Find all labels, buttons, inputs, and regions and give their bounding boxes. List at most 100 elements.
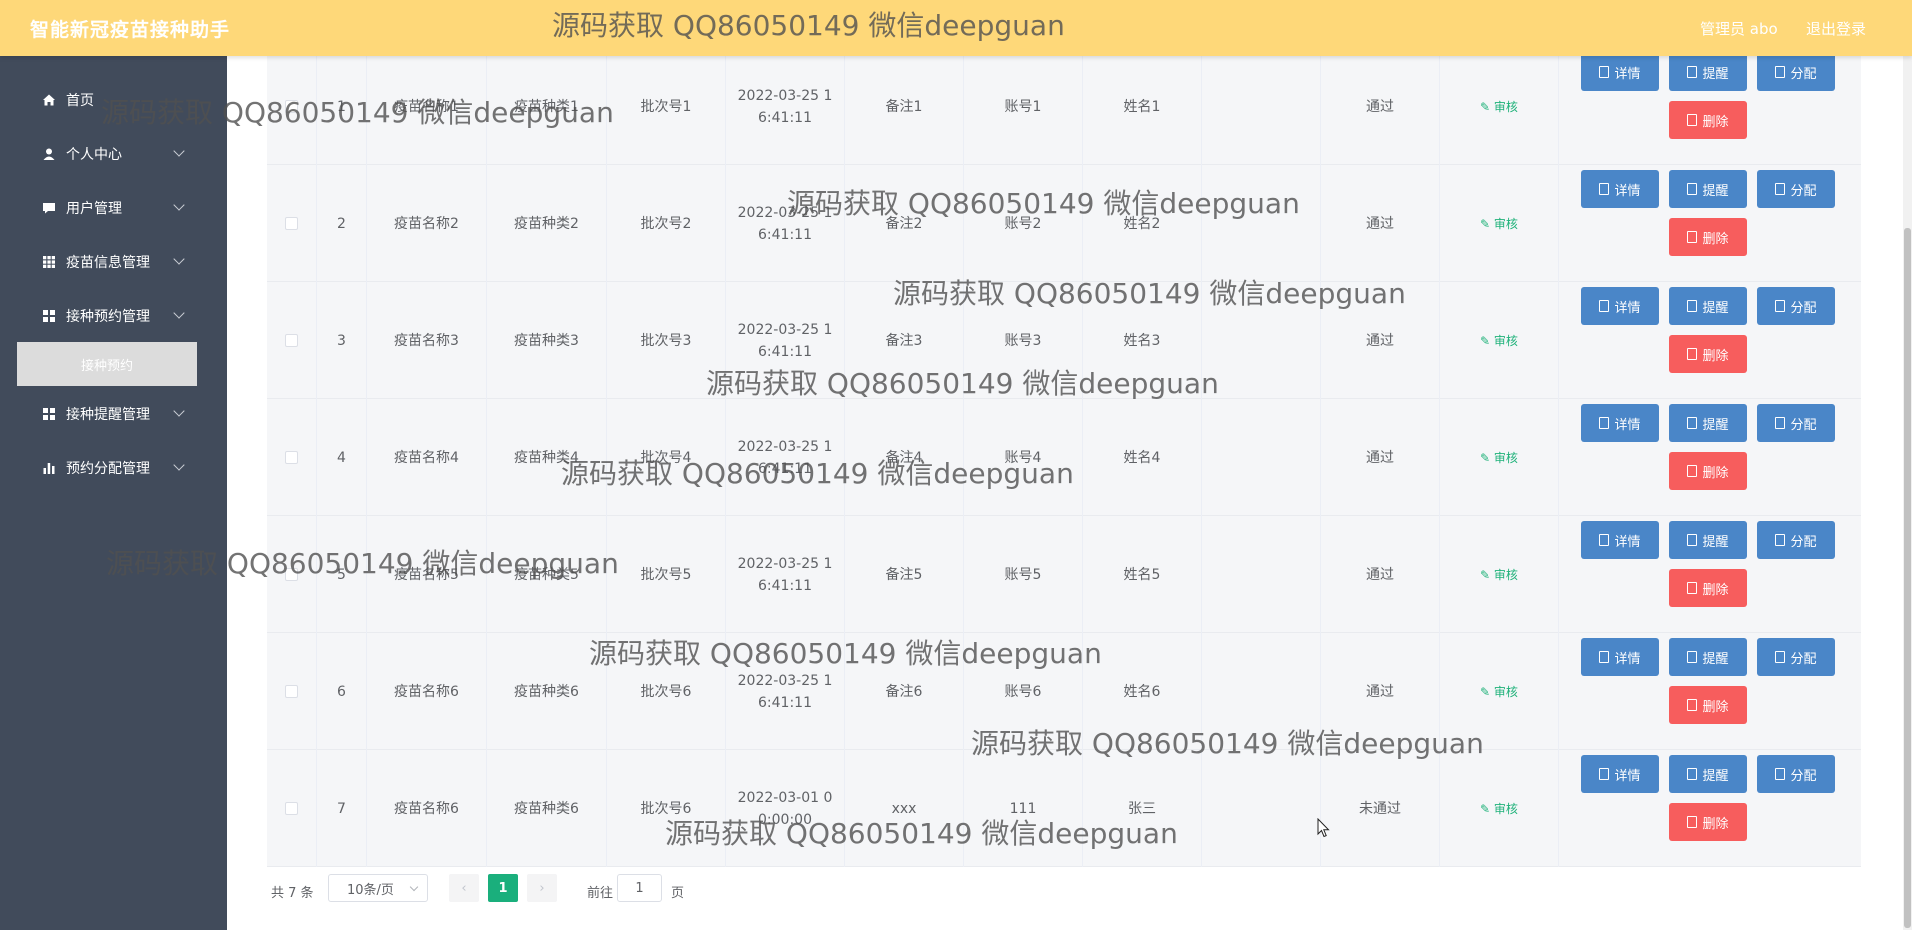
row-index: 5 [317,516,367,633]
delete-button[interactable]: 删除 [1669,803,1747,841]
detail-button[interactable]: 详情 [1581,755,1659,793]
assign-button[interactable]: 分配 [1757,53,1835,91]
document-icon [1687,300,1698,312]
batch-number-cell-text: 批次号6 [640,800,692,817]
name-cell: 张三 [1083,750,1202,867]
sidebar-item-users[interactable]: 用户管理 [0,181,227,235]
detail-button[interactable]: 详情 [1581,404,1659,442]
row-index: 6 [317,633,367,750]
sidebar-item-vaccine-info[interactable]: 疫苗信息管理 [0,235,227,289]
vaccine-type-cell-text: 疫苗种类5 [514,566,579,583]
audit-label: 审核 [1493,216,1518,231]
sidebar-item-appointments[interactable]: 接种预约管理 [0,289,227,343]
empty-cell [1202,633,1321,750]
document-icon [1687,417,1698,429]
page-number-current[interactable]: 1 [488,874,518,902]
row-checkbox[interactable] [285,685,298,698]
status-cell: 通过 [1321,399,1440,516]
account-cell-text: 账号3 [1004,332,1042,349]
document-icon [1687,651,1698,663]
vaccine-type-cell-text: 疫苗种类6 [514,683,579,700]
goto-page-input[interactable] [617,874,662,902]
account-cell: 账号3 [964,282,1083,399]
remind-button[interactable]: 提醒 [1669,404,1747,442]
checkbox-cell [267,516,317,633]
delete-button[interactable]: 删除 [1669,335,1747,373]
batch-number-cell-text: 批次号2 [640,215,692,232]
assign-button[interactable]: 分配 [1757,404,1835,442]
detail-button[interactable]: 详情 [1581,53,1659,91]
sidebar-item-reminders[interactable]: 接种提醒管理 [0,387,227,441]
assign-button[interactable]: 分配 [1757,287,1835,325]
remind-button[interactable]: 提醒 [1669,755,1747,793]
note-cell-text: 备注2 [885,215,923,232]
audit-link[interactable]: ✎ 审核 [1480,564,1518,586]
remind-button[interactable]: 提醒 [1669,287,1747,325]
table-row: 6 疫苗名称6 疫苗种类6 批次号6 2022-03-25 1 6:41:11 备注6 账号… [267,633,1861,750]
note-cell-text: 备注1 [885,98,923,115]
remind-button[interactable]: 提醒 [1669,170,1747,208]
document-icon [1775,651,1786,663]
delete-button-label: 删除 [1702,465,1729,481]
document-icon [1775,534,1786,546]
mouse-cursor-icon [1317,818,1330,838]
batch-number-cell: 批次号6 [607,633,726,750]
audit-link[interactable]: ✎ 审核 [1480,213,1518,235]
detail-button[interactable]: 详情 [1581,638,1659,676]
assign-button[interactable]: 分配 [1757,638,1835,676]
assign-button[interactable]: 分配 [1757,755,1835,793]
audit-label: 审核 [1493,567,1518,582]
note-cell: 备注6 [845,633,964,750]
sidebar-item-profile[interactable]: 个人中心 [0,127,227,181]
sidebar-item-home[interactable]: 首页 [0,73,227,127]
document-icon [1687,183,1698,195]
batch-number-cell: 批次号6 [607,750,726,867]
audit-link[interactable]: ✎ 审核 [1480,96,1518,118]
delete-button[interactable]: 删除 [1669,686,1747,724]
remind-button[interactable]: 提醒 [1669,521,1747,559]
audit-label: 审核 [1493,99,1518,114]
document-icon [1687,534,1698,546]
row-checkbox[interactable] [285,100,298,113]
assign-button[interactable]: 分配 [1757,521,1835,559]
name-cell: 姓名5 [1083,516,1202,633]
batch-number-cell: 批次号3 [607,282,726,399]
batch-number-cell: 批次号2 [607,165,726,282]
audit-label: 审核 [1493,450,1518,465]
row-checkbox[interactable] [285,217,298,230]
edit-icon: ✎ [1480,216,1494,231]
table-row: 2 疫苗名称2 疫苗种类2 批次号2 2022-03-25 1 6:41:11 备注2 账号… [267,165,1861,282]
sidebar-subitem-appointment[interactable]: 接种预约 [17,342,197,386]
audit-link[interactable]: ✎ 审核 [1480,447,1518,469]
logout-link[interactable]: 退出登录 [1806,18,1866,39]
delete-button[interactable]: 删除 [1669,101,1747,139]
audit-link[interactable]: ✎ 审核 [1480,330,1518,352]
detail-button[interactable]: 详情 [1581,170,1659,208]
remind-button[interactable]: 提醒 [1669,53,1747,91]
prev-page-button[interactable]: ‹ [449,874,479,902]
empty-cell [1202,516,1321,633]
name-cell-text: 姓名5 [1123,566,1161,583]
document-icon [1599,534,1610,546]
assign-button[interactable]: 分配 [1757,170,1835,208]
grid-icon [43,256,55,268]
row-index: 2 [317,165,367,282]
sidebar-item-label: 个人中心 [66,147,122,163]
detail-button[interactable]: 详情 [1581,287,1659,325]
delete-button[interactable]: 删除 [1669,452,1747,490]
next-page-button[interactable]: › [527,874,557,902]
page-size-select[interactable]: 10条/页 [328,874,428,902]
detail-button[interactable]: 详情 [1581,521,1659,559]
row-checkbox[interactable] [285,451,298,464]
remind-button[interactable]: 提醒 [1669,638,1747,676]
audit-link[interactable]: ✎ 审核 [1480,798,1518,820]
row-checkbox[interactable] [285,802,298,815]
audit-link[interactable]: ✎ 审核 [1480,681,1518,703]
sidebar-item-assignment[interactable]: 预约分配管理 [0,441,227,495]
delete-button[interactable]: 删除 [1669,569,1747,607]
table-row: 3 疫苗名称3 疫苗种类3 批次号3 2022-03-25 1 6:41:11 备注3 账号… [267,282,1861,399]
row-checkbox[interactable] [285,568,298,581]
delete-button[interactable]: 删除 [1669,218,1747,256]
scrollbar-thumb[interactable] [1904,228,1911,928]
row-checkbox[interactable] [285,334,298,347]
